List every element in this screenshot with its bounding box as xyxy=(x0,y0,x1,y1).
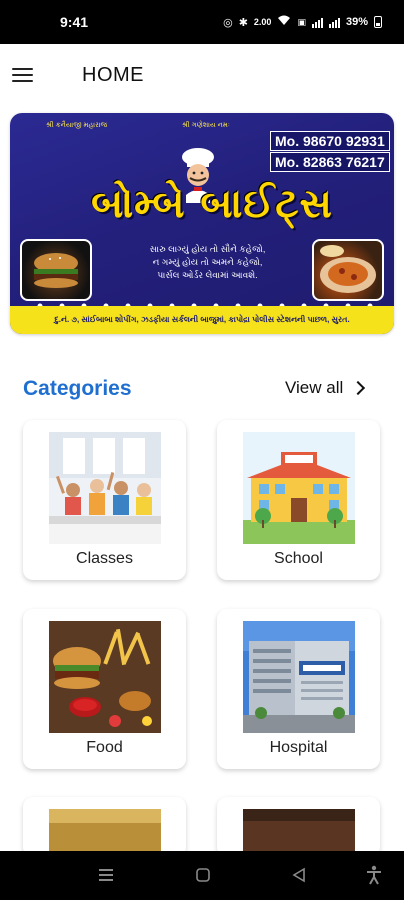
banner-tagline-line-2: ન ગમ્યું હોય તો અમને કહેજો, xyxy=(152,257,263,267)
classes-image xyxy=(49,432,161,544)
banner-address: દુ.નં. ૭, સાંઈબાબા શોપીંગ, ઝડફીયા સર્કલન… xyxy=(10,306,394,334)
banner-tagline-line-3: પાર્સલ ઓર્ડર લેવામાં આવશે. xyxy=(157,270,258,280)
banner-shop-name: બોમ્બે બાઈટ્સ xyxy=(91,181,333,227)
status-time: 9:41 xyxy=(60,14,89,30)
banner-top-left-text: શ્રી કનૈયાજી મહારાજ xyxy=(46,122,108,129)
network-speed: 2.00 xyxy=(253,17,272,27)
status-bar: 9:41 ◎ ✱ 2.00 ▣ 39% xyxy=(0,0,404,44)
hospital-image xyxy=(243,621,355,733)
home-button-icon[interactable] xyxy=(195,867,211,888)
category-5-image xyxy=(49,809,161,857)
category-card-hospital[interactable]: Hospital xyxy=(217,609,380,769)
banner-tagline: સારુ લાગ્યું હોય તો સૌને કહેજો, ન ગમ્યું… xyxy=(110,243,305,282)
page-title: HOME xyxy=(82,64,144,86)
category-label: Classes xyxy=(76,550,133,567)
app-header: HOME xyxy=(0,44,404,108)
volte-icon: ▣ xyxy=(297,16,306,27)
battery-percent: 39% xyxy=(345,16,368,28)
signal-icon-1 xyxy=(311,17,323,28)
category-6-image xyxy=(243,809,355,857)
menu-icon[interactable] xyxy=(12,68,33,83)
status-icons: ◎ ✱ 2.00 ▣ 39% xyxy=(223,15,382,29)
banner-phones: Mo. 98670 92931 Mo. 82863 76217 xyxy=(270,129,394,179)
category-label: School xyxy=(274,550,323,567)
food-image xyxy=(49,621,161,733)
food-platter-photo xyxy=(312,239,384,301)
wifi-icon xyxy=(277,15,291,29)
category-label: Food xyxy=(86,739,123,756)
system-nav-bar xyxy=(0,851,404,900)
battery-icon xyxy=(374,16,382,28)
accessibility-icon[interactable] xyxy=(366,865,382,890)
banner-phone-2: Mo. 82863 76217 xyxy=(270,152,390,172)
view-all-label: View all xyxy=(285,378,344,397)
category-card-food[interactable]: Food xyxy=(23,609,186,769)
category-card-classes[interactable]: Classes xyxy=(23,420,186,580)
category-card-5[interactable] xyxy=(23,797,186,857)
category-label: Hospital xyxy=(269,739,328,756)
banner-top-mid-text: શ્રી ગણેશાય નમઃ xyxy=(182,122,230,129)
banner-phone-1: Mo. 98670 92931 xyxy=(270,131,390,151)
recent-apps-icon[interactable] xyxy=(98,867,114,888)
burger-photo xyxy=(20,239,92,301)
school-image xyxy=(243,432,355,544)
banner-tagline-line-1: સારુ લાગ્યું હોય તો સૌને કહેજો, xyxy=(149,244,266,254)
promo-banner[interactable]: શ્રી કનૈયાજી મહારાજ શ્રી ગણેશાય નમઃ Mo. … xyxy=(10,113,394,334)
chevron-right-icon xyxy=(351,380,366,396)
view-all-link[interactable]: View all xyxy=(285,378,366,398)
category-card-6[interactable] xyxy=(217,797,380,857)
categories-title: Categories xyxy=(23,377,132,400)
signal-icon-2 xyxy=(328,17,340,28)
bluetooth-icon: ✱ xyxy=(238,16,248,29)
category-card-school[interactable]: School xyxy=(217,420,380,580)
alarm-icon: ◎ xyxy=(223,16,233,29)
back-button-icon[interactable] xyxy=(291,867,307,888)
